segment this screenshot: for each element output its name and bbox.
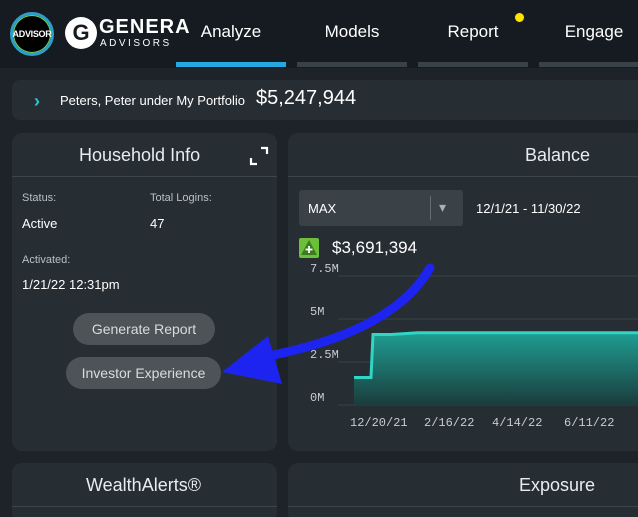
annotation-arrow [222, 263, 435, 384]
